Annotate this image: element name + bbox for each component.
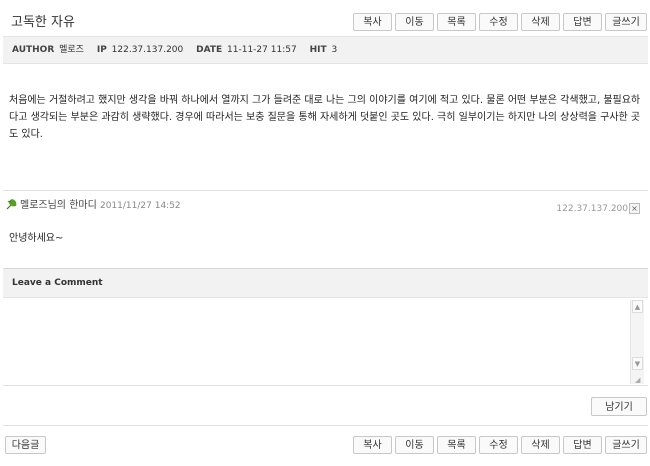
- ip-value: 122.37.137.200: [111, 45, 184, 55]
- comment-header: 멜로즈님의 한마디 2011/11/27 14:52: [6, 196, 181, 211]
- date-value: 11-11-27 11:57: [227, 45, 297, 55]
- edit-button[interactable]: 수정: [479, 436, 518, 454]
- list-button[interactable]: 목록: [437, 13, 476, 31]
- scroll-up-icon[interactable]: ▲: [632, 300, 643, 313]
- post-body: 처음에는 거절하려고 했지만 생각을 바꿔 하나에서 열까지 그가 들려준 대로…: [9, 95, 641, 140]
- resize-grip-icon[interactable]: ◢: [635, 376, 640, 384]
- copy-button[interactable]: 복사: [353, 436, 392, 454]
- reply-button[interactable]: 답변: [563, 436, 602, 454]
- comment-author[interactable]: 멜로즈: [20, 200, 48, 211]
- write-button[interactable]: 글쓰기: [605, 436, 647, 454]
- leaf-icon: [6, 199, 17, 210]
- divider: [3, 190, 648, 191]
- textarea-scrollbar[interactable]: ▲ ▼ ◢: [630, 300, 644, 384]
- comment-textarea[interactable]: ▲ ▼ ◢: [3, 298, 648, 386]
- comment-text: 안녕하세요~: [9, 233, 64, 244]
- comment-date: 2011/11/27 14:52: [99, 201, 181, 211]
- hit-key: HIT: [309, 45, 327, 55]
- date-key: DATE: [196, 45, 223, 55]
- author-key: AUTHOR: [12, 45, 55, 55]
- write-button[interactable]: 글쓰기: [605, 13, 647, 31]
- hit-value: 3: [331, 45, 338, 55]
- author-value[interactable]: 멜로즈: [59, 45, 84, 55]
- ip-key: IP: [96, 45, 107, 55]
- next-post-button[interactable]: 다음글: [5, 436, 46, 454]
- comment-form-heading: Leave a Comment: [3, 268, 648, 298]
- comment-author-suffix: 님의 한마디: [47, 200, 97, 211]
- copy-button[interactable]: 복사: [353, 13, 392, 31]
- divider: [3, 425, 648, 426]
- move-button[interactable]: 이동: [395, 13, 434, 31]
- edit-button[interactable]: 수정: [479, 13, 518, 31]
- post-title: 고독한 자유: [11, 15, 75, 30]
- delete-button[interactable]: 삭제: [521, 13, 560, 31]
- list-button[interactable]: 목록: [437, 436, 476, 454]
- reply-button[interactable]: 답변: [563, 13, 602, 31]
- comment-delete-icon[interactable]: ×: [629, 203, 640, 214]
- delete-button[interactable]: 삭제: [521, 436, 560, 454]
- scroll-down-icon[interactable]: ▼: [632, 357, 643, 370]
- submit-comment-button[interactable]: 남기기: [591, 397, 647, 416]
- comment-ip: 122.37.137.200: [556, 204, 628, 214]
- move-button[interactable]: 이동: [395, 436, 434, 454]
- post-meta-bar: AUTHOR 멜로즈 IP 122.37.137.200 DATE 11-11-…: [3, 36, 648, 64]
